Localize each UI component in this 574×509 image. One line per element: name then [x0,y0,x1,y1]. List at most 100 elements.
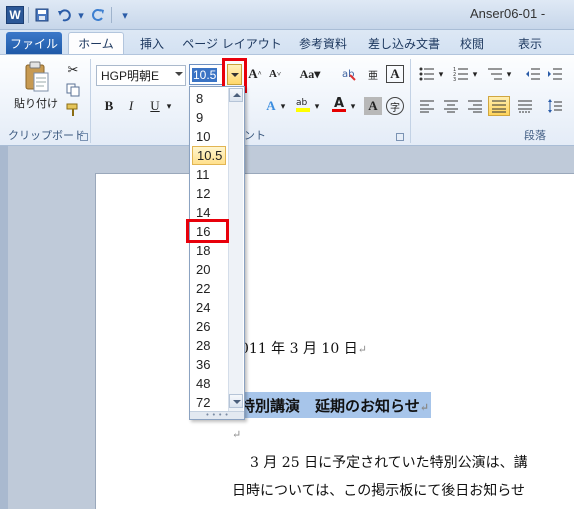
qat-divider [111,7,112,23]
paragraph-mark-icon: ↵ [419,401,429,414]
font-size-option[interactable]: 72 [192,393,226,412]
body-line-2[interactable]: 日時については、この掲示板にて後日お知らせ [232,480,525,500]
font-color-dropdown-icon[interactable]: ▾ [348,97,358,115]
numbering-icon[interactable]: 123 [452,65,470,83]
paragraph-group-label: 段落 [524,129,546,142]
font-size-option[interactable]: 20 [192,260,226,279]
font-size-option[interactable]: 24 [192,298,226,317]
enclose-characters-icon[interactable]: 字 [386,97,404,115]
copy-icon[interactable] [64,81,82,99]
quick-access-toolbar: W ▾ ▾ [6,6,134,24]
clipboard-group-label: クリップボード [8,129,85,142]
svg-text:3: 3 [453,77,456,81]
format-painter-icon[interactable] [64,101,82,119]
font-name-dropdown-icon[interactable] [175,72,183,76]
tab-home[interactable]: ホーム [68,32,124,54]
font-size-option[interactable]: 26 [192,317,226,336]
justify-icon[interactable] [488,96,510,116]
shrink-font-icon[interactable]: A ˅ [266,65,284,83]
font-size-list-scrollbar[interactable] [228,88,243,418]
left-margin-strip [0,146,8,509]
font-size-option[interactable]: 9 [192,108,226,127]
text-effects-dropdown-icon[interactable]: ▾ [278,97,288,115]
font-group-label: ント [244,129,266,142]
font-size-option[interactable]: 10 [192,127,226,146]
window-title: Anser06-01 - [470,6,546,21]
group-divider [90,59,91,143]
undo-dropdown-icon[interactable]: ▾ [77,6,85,24]
save-icon[interactable] [33,6,51,24]
clear-formatting-icon[interactable]: ab [340,65,358,83]
word-app-icon[interactable]: W [6,6,24,24]
font-size-value: 10.5 [192,67,218,82]
tab-page-layout[interactable]: ページ レイアウト [182,32,282,54]
line-spacing-icon[interactable] [546,97,564,115]
paragraph-mark-icon: ↵ [357,343,367,356]
clipboard-dialog-launcher-icon[interactable] [80,133,88,141]
resize-grip-icon[interactable]: • • • • [190,411,244,419]
title-line-text: 特別講演 延期のお知らせ [240,397,420,415]
align-left-icon[interactable] [418,97,436,115]
multilevel-list-dropdown-icon[interactable]: ▾ [504,65,514,83]
font-color-icon[interactable]: A [330,95,348,113]
scroll-up-icon[interactable] [229,88,243,102]
align-right-icon[interactable] [466,97,484,115]
font-size-option[interactable]: 22 [192,279,226,298]
paste-icon[interactable] [24,61,50,93]
distributed-align-icon[interactable] [516,97,534,115]
font-size-option-current[interactable]: 10.5 [192,146,226,165]
font-name-value: HGP明朝E [101,69,160,83]
character-shading-icon[interactable]: A [364,97,382,115]
empty-paragraph-mark-icon: ↵ [232,428,242,441]
font-size-option[interactable]: 12 [192,184,226,203]
font-size-option[interactable]: 48 [192,374,226,393]
underline-icon[interactable]: U [146,97,164,115]
font-size-combo[interactable]: 10.5 [189,64,223,85]
cut-icon[interactable]: ✂ [64,61,82,79]
ribbon-home: 貼り付け ✂ クリップボード HGP明朝E A ^ A ˅ Aa▾ ab 亜 A B… [0,54,574,146]
tab-references[interactable]: 参考資料 [292,32,354,54]
redo-icon[interactable] [89,6,107,24]
underline-dropdown-icon[interactable]: ▾ [164,97,174,115]
tab-view[interactable]: 表示 [510,32,550,54]
numbering-dropdown-icon[interactable]: ▾ [470,65,480,83]
font-name-combo[interactable]: HGP明朝E [96,65,186,86]
body-line-1[interactable]: 3 月 25 日に予定されていた特別公演は、講 [250,452,528,472]
character-border-icon[interactable]: A [386,65,404,83]
phonetic-guide-icon[interactable]: 亜 [364,65,382,83]
font-size-option[interactable]: 11 [192,165,226,184]
tab-mailings[interactable]: 差し込み文書 [364,32,444,54]
font-size-option[interactable]: 28 [192,336,226,355]
font-size-option[interactable]: 18 [192,241,226,260]
ribbon-tab-row: ファイル ホーム 挿入 ページ レイアウト 参考資料 差し込み文書 校閲 表示 [0,30,574,54]
italic-icon[interactable]: I [122,97,140,115]
increase-indent-icon[interactable] [546,65,564,83]
bold-icon[interactable]: B [100,97,118,115]
font-dialog-launcher-icon[interactable] [396,133,404,141]
qat-divider [28,7,29,23]
align-center-icon[interactable] [442,97,460,115]
highlight-dropdown-icon[interactable]: ▾ [312,97,322,115]
bullets-icon[interactable] [418,65,436,83]
font-size-option[interactable]: 8 [192,89,226,108]
multilevel-list-icon[interactable] [486,65,504,83]
svg-text:A: A [334,96,344,111]
change-case-icon[interactable]: Aa▾ [298,65,322,83]
customize-qat-icon[interactable]: ▾ [116,6,134,24]
highlight-color-icon[interactable]: ab [294,95,312,113]
font-size-16-callout [186,219,229,243]
date-line[interactable]: 011 年 3 月 10 日↵ [240,338,367,358]
font-size-option[interactable]: 36 [192,355,226,374]
tab-review[interactable]: 校閲 [454,32,490,54]
scroll-down-icon[interactable] [229,394,243,408]
paste-button-label[interactable]: 貼り付け [14,95,58,111]
grow-font-icon[interactable]: A ^ [246,65,264,83]
tab-insert[interactable]: 挿入 [132,32,172,54]
font-size-list[interactable]: 8 9 10 10.5 11 12 14 16 18 20 22 24 26 2… [189,86,245,420]
tab-file[interactable]: ファイル [6,32,62,54]
title-line[interactable]: 特別講演 延期のお知らせ↵ [240,395,429,416]
bullets-dropdown-icon[interactable]: ▾ [436,65,446,83]
decrease-indent-icon[interactable] [524,65,542,83]
svg-text:ab: ab [296,98,308,108]
undo-icon[interactable] [55,6,73,24]
